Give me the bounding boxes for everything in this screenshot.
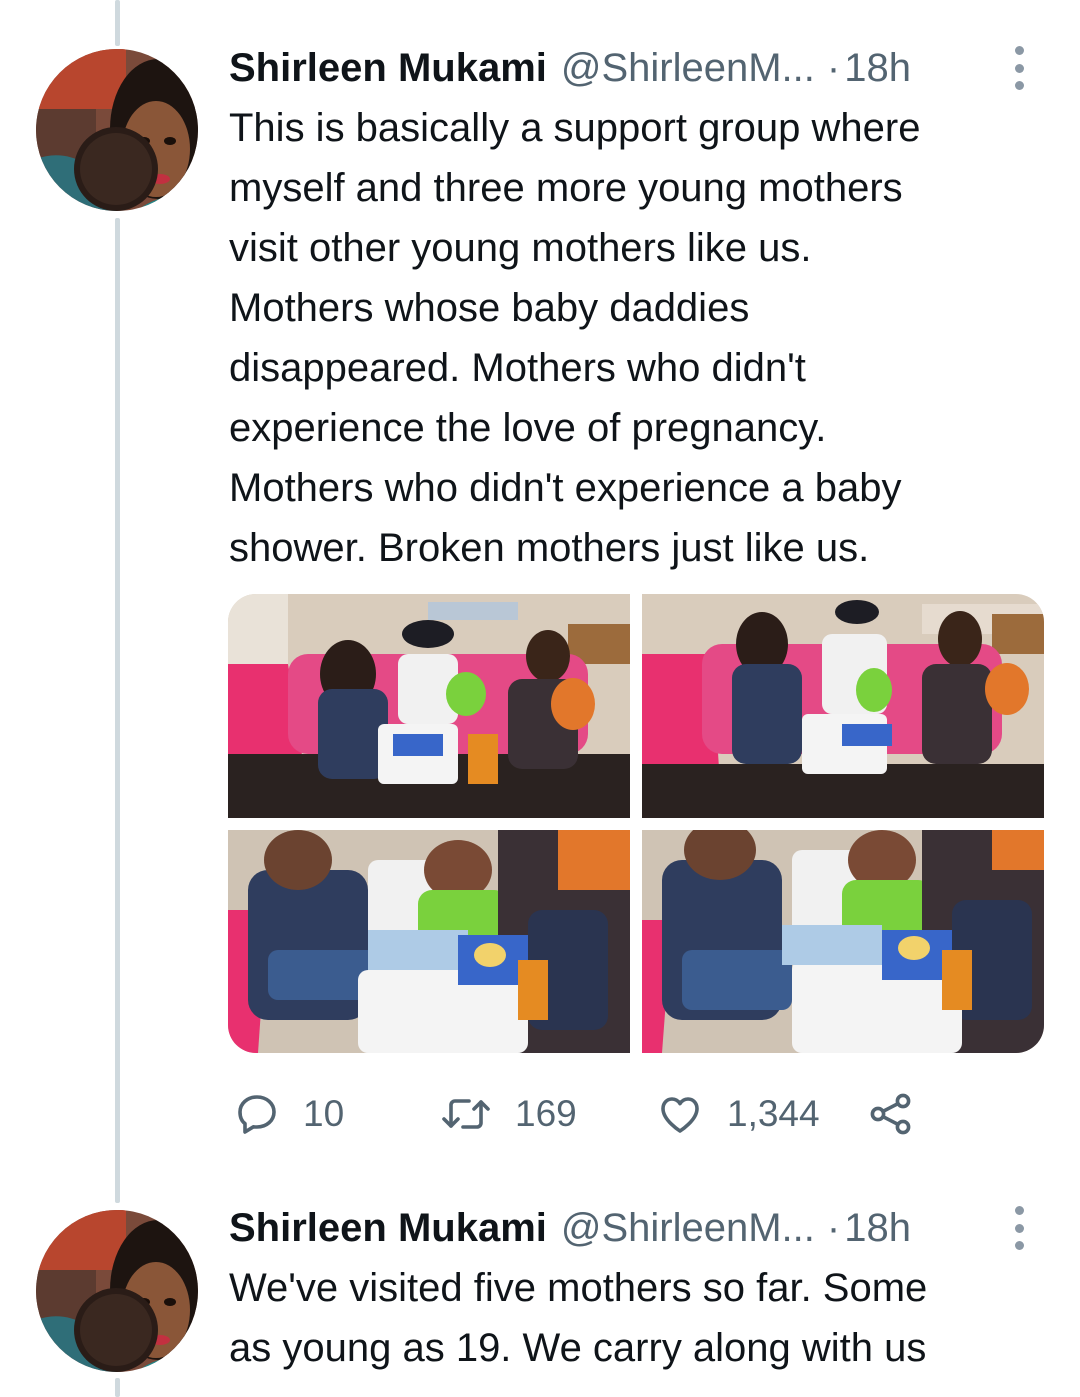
retweet-icon xyxy=(442,1099,490,1129)
avatar[interactable] xyxy=(36,49,198,211)
tweet-text: This is basically a support group where … xyxy=(229,106,921,570)
reply-button[interactable]: 10 xyxy=(233,1088,344,1140)
tweet-1[interactable]: Shirleen Mukami @ShirleenM... · 18h This… xyxy=(0,0,1080,1200)
retweet-count: 169 xyxy=(515,1093,577,1134)
share-button[interactable] xyxy=(867,1088,937,1140)
retweet-button[interactable]: 169 xyxy=(439,1088,577,1140)
author-handle[interactable]: @ShirleenM... xyxy=(561,1206,815,1251)
avatar[interactable] xyxy=(36,1210,198,1372)
tweet-text: We've visited five mothers so far. Some … xyxy=(229,1266,928,1370)
author-name[interactable]: Shirleen Mukami xyxy=(229,46,547,91)
author-name[interactable]: Shirleen Mukami xyxy=(229,1206,547,1251)
tweet-2[interactable]: Shirleen Mukami @ShirleenM... · 18h We'v… xyxy=(0,1200,1080,1397)
media-grid xyxy=(228,594,1044,1053)
tweet-header: Shirleen Mukami @ShirleenM... · 18h xyxy=(229,44,911,92)
like-button[interactable]: 1,344 xyxy=(655,1088,820,1140)
more-vertical-icon[interactable] xyxy=(1011,1206,1027,1250)
tweet-actions: 10 169 1,344 xyxy=(229,1088,929,1140)
author-handle[interactable]: @ShirleenM... xyxy=(561,46,815,91)
share-icon xyxy=(870,1093,911,1135)
photo-1[interactable] xyxy=(228,594,630,818)
photo-4[interactable] xyxy=(642,830,1044,1053)
timestamp[interactable]: 18h xyxy=(844,1206,911,1251)
more-vertical-icon[interactable] xyxy=(1011,46,1027,90)
heart-icon xyxy=(661,1097,699,1133)
separator-dot: · xyxy=(826,45,841,90)
photo-3[interactable] xyxy=(228,830,630,1053)
reply-icon xyxy=(238,1095,276,1134)
like-count: 1,344 xyxy=(727,1093,820,1134)
separator-dot: · xyxy=(826,1205,841,1250)
tweet-header: Shirleen Mukami @ShirleenM... · 18h xyxy=(229,1204,911,1252)
reply-count: 10 xyxy=(303,1093,345,1134)
timestamp[interactable]: 18h xyxy=(844,46,911,91)
photo-2[interactable] xyxy=(642,594,1044,818)
